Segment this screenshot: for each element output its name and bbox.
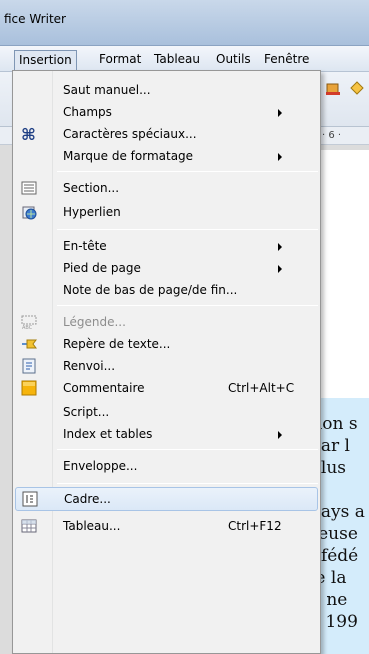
svg-text:ABC: ABC	[22, 325, 33, 330]
menu-bar: Insertion Format Tableau Outils Fenêtre	[0, 46, 369, 72]
menu-item-marque-de-formatage[interactable]: Marque de formatage	[15, 145, 318, 167]
menu-separator	[57, 305, 318, 306]
menu-item-commentaire[interactable]: Commentaire Ctrl+Alt+C	[15, 377, 318, 399]
menu-item-renvoi[interactable]: Renvoi...	[15, 355, 318, 377]
cross-reference-icon	[22, 358, 36, 374]
submenu-arrow-icon	[278, 431, 282, 439]
menu-item-pied-de-page[interactable]: Pied de page	[15, 257, 318, 279]
menu-item-champs[interactable]: Champs	[15, 101, 318, 123]
menu-separator	[57, 483, 318, 484]
hyperlink-icon	[22, 206, 37, 220]
menu-item-legende: ABC Légende...	[21, 315, 126, 330]
paint-bucket-icon[interactable]	[323, 78, 343, 98]
caption-icon: ABC	[21, 315, 37, 330]
menu-item-enveloppe[interactable]: Enveloppe...	[15, 455, 318, 477]
section-icon	[21, 181, 37, 195]
menu-item-index-et-tables[interactable]: Index et tables	[15, 423, 318, 445]
ruler-mark: · 6 ·	[322, 130, 342, 141]
menu-separator	[57, 229, 318, 230]
submenu-arrow-icon	[278, 243, 282, 251]
menu-tableau[interactable]: Tableau	[150, 50, 204, 70]
menu-item-repere-de-texte[interactable]: Repère de texte...	[15, 333, 318, 355]
menu-item-tableau[interactable]: Tableau... Ctrl+F12	[15, 515, 318, 537]
bookmark-icon	[22, 339, 37, 349]
menu-separator	[57, 171, 318, 172]
comment-icon	[21, 380, 37, 396]
menu-format[interactable]: Format	[95, 50, 145, 70]
table-icon	[21, 519, 37, 533]
submenu-arrow-icon	[278, 153, 282, 161]
command-icon: ⌘	[21, 126, 36, 142]
menu-insertion[interactable]: Insertion	[14, 50, 77, 70]
frame-icon	[22, 491, 38, 507]
menu-item-saut-manuel[interactable]: Saut manuel...	[15, 79, 318, 101]
highlight-icon[interactable]	[347, 78, 367, 98]
menu-item-section[interactable]: Section...	[15, 177, 318, 199]
menu-item-caracteres-speciaux[interactable]: ⌘ Caractères spéciaux...	[15, 123, 318, 145]
title-bar: fice Writer	[0, 0, 369, 46]
menu-outils[interactable]: Outils	[212, 50, 255, 70]
menu-item-script[interactable]: Script...	[15, 401, 318, 423]
menu-item-note-de-bas-de-page[interactable]: Note de bas de page/de fin...	[15, 279, 318, 301]
svg-text:⌘: ⌘	[21, 126, 36, 142]
submenu-arrow-icon	[278, 265, 282, 273]
menu-fenetre[interactable]: Fenêtre	[260, 50, 313, 70]
menu-item-en-tete[interactable]: En-tête	[15, 235, 318, 257]
window-title: fice Writer	[4, 12, 66, 26]
menu-item-cadre[interactable]: Cadre...	[15, 487, 318, 511]
menu-separator	[57, 449, 318, 450]
insertion-menu: Saut manuel... Champs ⌘ Caractères spéci…	[12, 70, 321, 654]
menu-item-hyperlien[interactable]: Hyperlien	[15, 201, 318, 223]
submenu-arrow-icon	[278, 109, 282, 117]
